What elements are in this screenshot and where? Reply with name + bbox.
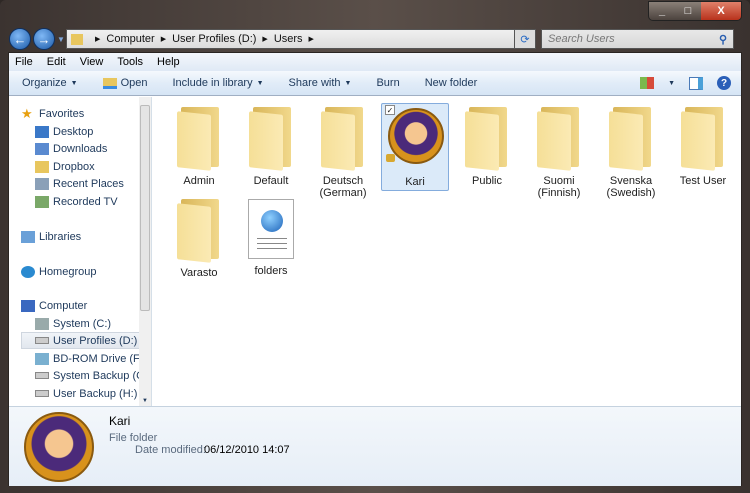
- minimize-button[interactable]: _: [649, 2, 675, 20]
- bd-rom-icon: [35, 352, 49, 365]
- computer-icon: [21, 299, 35, 312]
- details-type: File folder: [109, 432, 158, 444]
- html-file-icon: [248, 199, 294, 259]
- nav-scrollbar[interactable]: ▼: [139, 97, 151, 406]
- file-item-label: folders: [254, 265, 288, 277]
- nav-buttons: ← → ▼: [9, 28, 65, 50]
- file-item-label: Suomi (Finnish): [537, 175, 581, 199]
- file-item-label: Deutsch (German): [319, 175, 367, 199]
- preview-pane-icon[interactable]: [689, 76, 703, 90]
- drive-icon: [35, 390, 49, 397]
- drive-icon: [35, 372, 49, 379]
- file-item[interactable]: Varasto: [165, 195, 233, 281]
- breadcrumb-users[interactable]: Users: [274, 33, 303, 45]
- folder-icon: [177, 107, 221, 171]
- details-modified-label: Date modified:: [135, 444, 206, 456]
- include-in-library-button[interactable]: Include in library ▼: [173, 77, 264, 89]
- folder-icon: [609, 107, 653, 171]
- downloads-icon: [35, 142, 49, 155]
- file-item[interactable]: folders: [237, 195, 305, 279]
- folder-icon: [177, 199, 221, 263]
- menu-help[interactable]: Help: [157, 56, 180, 68]
- navigation-pane: ★ Favorites Desktop Downloads Dropbox Rec…: [9, 97, 152, 406]
- details-name: Kari: [109, 414, 131, 428]
- search-input[interactable]: Search Users ⚲: [541, 29, 734, 49]
- file-list: Admin Default Deutsch (German) ✓ Kari Public S…: [153, 97, 741, 406]
- scroll-thumb[interactable]: [140, 105, 150, 311]
- file-item-label: Varasto: [180, 267, 218, 279]
- star-icon: ★: [21, 105, 33, 121]
- change-view-icon[interactable]: [640, 77, 655, 89]
- file-item-label: Svenska (Swedish): [606, 175, 656, 199]
- file-item[interactable]: Admin: [165, 103, 233, 189]
- menu-edit[interactable]: Edit: [47, 56, 66, 68]
- folder-icon: [465, 107, 509, 171]
- search-icon: ⚲: [718, 33, 727, 46]
- explorer-body: File Edit View Tools Help Organize ▼ Open…: [8, 52, 742, 486]
- nav-homegroup[interactable]: Homegroup: [21, 263, 151, 280]
- folder-icon: [321, 107, 365, 171]
- burn-button[interactable]: Burn: [376, 77, 399, 89]
- checkbox[interactable]: ✓: [385, 105, 395, 115]
- folder-icon: [249, 107, 293, 171]
- recent-places-icon: [35, 177, 49, 190]
- file-item[interactable]: Public: [453, 103, 521, 189]
- nav-drive-d[interactable]: User Profiles (D:): [21, 332, 141, 349]
- lock-icon: [386, 154, 395, 162]
- nav-favorites[interactable]: ★ Favorites: [21, 105, 151, 122]
- file-item[interactable]: Svenska (Swedish): [597, 103, 665, 201]
- recorded-tv-icon: [35, 195, 49, 208]
- menu-bar: File Edit View Tools Help: [9, 53, 741, 71]
- file-item[interactable]: Suomi (Finnish): [525, 103, 593, 201]
- user-avatar-icon: ✓: [382, 104, 448, 176]
- folder-icon: [681, 107, 725, 171]
- file-item[interactable]: ✓ Kari: [381, 103, 449, 191]
- file-item-label: Admin: [183, 175, 215, 187]
- back-button[interactable]: ←: [9, 28, 31, 50]
- view-options-dropdown[interactable]: ▼: [668, 80, 675, 87]
- breadcrumb-computer[interactable]: Computer: [106, 33, 154, 45]
- nav-drive-f[interactable]: BD-ROM Drive (F:) C: [35, 350, 140, 367]
- menu-view[interactable]: View: [80, 56, 104, 68]
- homegroup-icon: [21, 265, 35, 278]
- organize-button[interactable]: Organize ▼: [22, 77, 78, 89]
- breadcrumb-user-profiles[interactable]: User Profiles (D:): [172, 33, 256, 45]
- details-pane: Kari File folder Date modified: 06/12/20…: [9, 406, 741, 486]
- share-with-button[interactable]: Share with ▼: [289, 77, 352, 89]
- drive-icon: [35, 337, 49, 344]
- menu-file[interactable]: File: [15, 56, 33, 68]
- file-item[interactable]: Deutsch (German): [309, 103, 377, 201]
- command-bar: Organize ▼ Open Include in library ▼ Share…: [9, 71, 741, 96]
- recent-pages-dropdown[interactable]: ▼: [57, 35, 65, 44]
- nav-computer[interactable]: Computer: [21, 297, 151, 314]
- address-bar[interactable]: ▶Computer ▶User Profiles (D:) ▶Users ▶ ▼: [66, 29, 536, 49]
- forward-button[interactable]: →: [33, 28, 55, 50]
- open-folder-icon: [102, 77, 117, 89]
- file-item[interactable]: Test User: [669, 103, 737, 189]
- details-modified-value: 06/12/2010 14:07: [204, 444, 290, 456]
- close-button[interactable]: X: [701, 2, 741, 20]
- libraries-icon: [21, 230, 35, 243]
- file-item-label: Public: [472, 175, 502, 187]
- refresh-button[interactable]: ⟳: [514, 29, 536, 49]
- file-item-label: Test User: [679, 175, 727, 187]
- open-button[interactable]: Open: [102, 77, 148, 89]
- window-controls: _ □ X: [648, 1, 742, 21]
- desktop-icon: [35, 125, 49, 138]
- file-item-label: Kari: [405, 176, 425, 188]
- file-item[interactable]: Default: [237, 103, 305, 189]
- menu-tools[interactable]: Tools: [117, 56, 143, 68]
- nav-libraries[interactable]: Libraries: [21, 228, 151, 245]
- maximize-button[interactable]: □: [675, 2, 701, 20]
- new-folder-button[interactable]: New folder: [425, 77, 478, 89]
- system-drive-icon: [35, 317, 49, 330]
- help-icon[interactable]: ?: [717, 76, 731, 90]
- folder-icon: [71, 33, 83, 45]
- user-avatar-thumbnail: [24, 412, 94, 482]
- folder-icon: [537, 107, 581, 171]
- dropbox-icon: [35, 160, 49, 173]
- file-item-label: Default: [253, 175, 289, 187]
